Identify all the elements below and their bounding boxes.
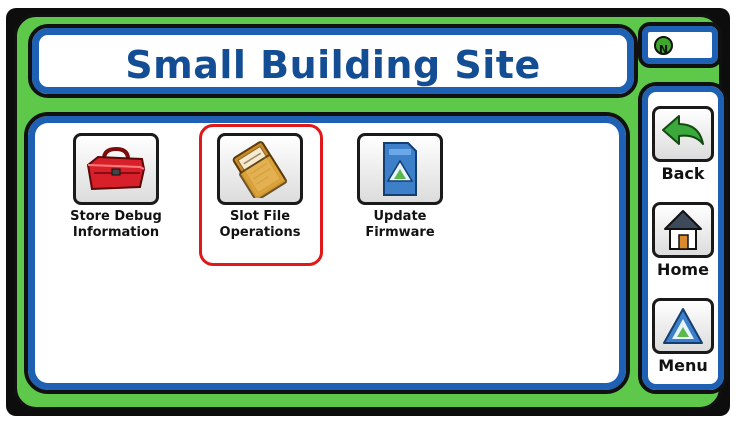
- update-firmware-label-line2: Firmware: [365, 225, 435, 240]
- home-icon: [664, 210, 702, 250]
- menu-button[interactable]: Menu: [648, 298, 718, 375]
- title-panel: Small Building Site: [28, 24, 638, 98]
- back-button-box[interactable]: [652, 106, 714, 162]
- store-debug-tile-box[interactable]: [73, 133, 159, 205]
- menu-button-box[interactable]: [652, 298, 714, 354]
- update-firmware-button[interactable]: Update Firmware: [354, 133, 446, 241]
- home-button-box[interactable]: [652, 202, 714, 258]
- selection-highlight: [199, 124, 323, 266]
- store-debug-information-button[interactable]: Store Debug Information: [70, 133, 162, 241]
- status-indicator-icon: N: [654, 36, 673, 56]
- home-button[interactable]: Home: [648, 202, 718, 279]
- update-firmware-label: Update Firmware: [354, 209, 446, 241]
- store-debug-label-line2: Information: [72, 225, 160, 240]
- back-arrow-icon: [662, 115, 704, 145]
- firmware-card-icon: [383, 142, 417, 196]
- status-letter: N: [658, 43, 669, 56]
- status-badge: N: [638, 22, 722, 68]
- menu-label: Menu: [658, 356, 708, 375]
- menu-logo-icon: [663, 308, 703, 344]
- store-debug-label-line1: Store Debug: [70, 209, 162, 224]
- page-title: Small Building Site: [125, 43, 541, 87]
- back-label: Back: [661, 164, 705, 183]
- home-label: Home: [657, 260, 709, 279]
- back-button[interactable]: Back: [648, 106, 718, 183]
- toolbox-icon: [86, 146, 146, 191]
- store-debug-label: Store Debug Information: [70, 209, 162, 241]
- update-firmware-label-line1: Update: [373, 209, 427, 224]
- update-firmware-tile-box[interactable]: [357, 133, 443, 205]
